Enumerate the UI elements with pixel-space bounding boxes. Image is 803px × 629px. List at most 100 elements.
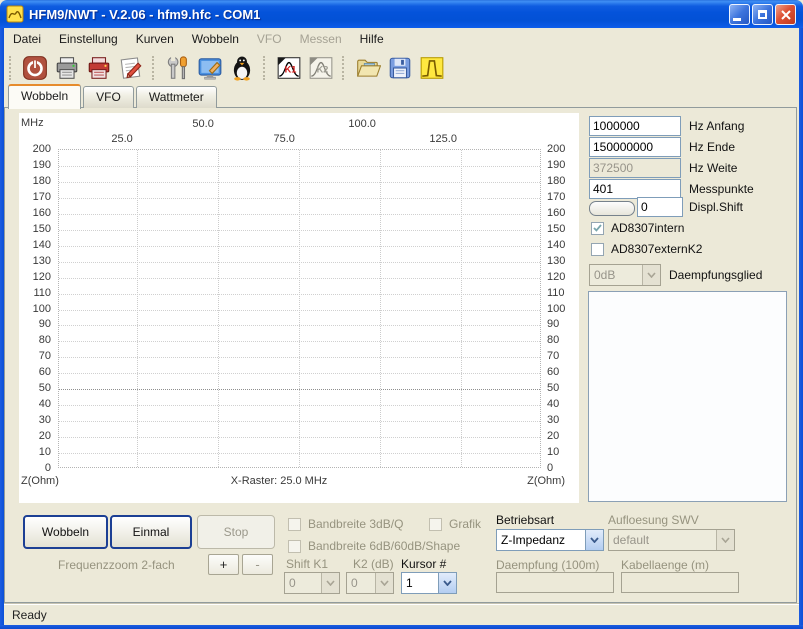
bandbreite-6db-checkbox: Bandbreite 6dB/60dB/Shape — [288, 539, 460, 553]
menu-datei[interactable]: Datei — [4, 29, 50, 49]
kursor-label: Kursor # — [401, 557, 446, 571]
maximize-icon[interactable] — [752, 4, 773, 25]
hz-ende-input[interactable] — [589, 137, 681, 157]
print-color-icon[interactable] — [84, 53, 114, 83]
y-tick-label: 130 — [21, 254, 51, 268]
x-axis-unit-label: MHz — [21, 117, 44, 129]
marker-listbox[interactable] — [588, 291, 787, 502]
betriebsart-select[interactable]: Z-Impedanz — [496, 529, 604, 551]
print-icon[interactable] — [52, 53, 82, 83]
y-tick-label: 100 — [21, 302, 51, 316]
menu-hilfe[interactable]: Hilfe — [351, 29, 393, 49]
daempfung-100m-input — [496, 572, 614, 593]
plot-area — [58, 149, 541, 468]
minimize-icon[interactable] — [729, 4, 750, 25]
kabellaenge-m-label: Kabellaenge (m) — [621, 558, 709, 572]
chevron-down-icon[interactable] — [438, 573, 456, 593]
betriebsart-label: Betriebsart — [496, 513, 554, 527]
y-tick-label: 180 — [547, 174, 577, 188]
x-raster-label: X-Raster: 25.0 MHz — [39, 475, 519, 487]
daempfungsglied-value: 0dB — [590, 268, 642, 282]
frequenzzoom-label: Frequenzzoom 2-fach — [58, 558, 175, 572]
y-tick-label: 20 — [547, 429, 577, 443]
y-tick-label: 110 — [547, 286, 577, 300]
y-tick-label: 50 — [21, 381, 51, 395]
hz-anfang-input[interactable] — [589, 116, 681, 136]
daempfung-100m-label: Daempfung (100m) — [496, 558, 599, 572]
tab-vfo[interactable]: VFO — [83, 86, 134, 108]
y-tick-label: 120 — [21, 270, 51, 284]
checkbox-unchecked-icon — [288, 540, 301, 553]
menu-einstellung[interactable]: Einstellung — [50, 29, 127, 49]
tab-wobbeln[interactable]: Wobbeln — [8, 84, 81, 109]
menu-messen: Messen — [291, 29, 351, 49]
save-file-icon[interactable] — [385, 53, 415, 83]
y-tick-label: 10 — [21, 445, 51, 459]
checkbox-unchecked-icon — [288, 518, 301, 531]
k2-db-label: K2 (dB) — [353, 557, 394, 571]
status-text: Ready — [4, 608, 47, 622]
kabellaenge-m-input — [621, 572, 739, 593]
y-tick-label: 190 — [547, 158, 577, 172]
tools-icon[interactable] — [163, 53, 193, 83]
y-tick-label: 30 — [547, 413, 577, 427]
toolbar-grip[interactable] — [263, 56, 267, 80]
menu-kurven[interactable]: Kurven — [127, 29, 183, 49]
k2-curve-icon: K2 — [306, 53, 336, 83]
y-tick-label: 100 — [547, 302, 577, 316]
ad8307intern-checkbox[interactable]: AD8307intern — [591, 221, 684, 235]
window-border — [0, 28, 4, 629]
hz-weite-label: Hz Weite — [689, 161, 737, 175]
wobbeln-button[interactable]: Wobbeln — [23, 515, 108, 549]
displ-shift-input[interactable] — [637, 197, 683, 217]
application-window: HFM9/NWT - V.2.06 - hfm9.hfc - COM1 Date… — [0, 0, 803, 629]
status-bar: Ready — [4, 603, 799, 626]
screen-settings-icon[interactable] — [195, 53, 225, 83]
zoom-plus-button[interactable]: + — [208, 554, 239, 575]
y-tick-label: 0 — [547, 461, 577, 475]
x-tick-label: 100.0 — [334, 117, 376, 131]
power-icon[interactable] — [20, 53, 50, 83]
k1-curve-icon[interactable]: K1 — [274, 53, 304, 83]
bandbreite-3db-checkbox: Bandbreite 3dB/Q — [288, 517, 403, 531]
y-tick-label: 10 — [547, 445, 577, 459]
y-tick-label: 30 — [21, 413, 51, 427]
aufloesung-swv-value: default — [609, 533, 716, 547]
window-title: HFM9/NWT - V.2.06 - hfm9.hfc - COM1 — [29, 7, 260, 22]
open-file-icon[interactable] — [353, 53, 383, 83]
checkbox-checked-icon[interactable] — [591, 222, 604, 235]
tab-wattmeter[interactable]: Wattmeter — [136, 86, 217, 108]
checkbox-unchecked-icon[interactable] — [591, 243, 604, 256]
penguin-icon[interactable] — [227, 53, 257, 83]
x-gridline — [137, 150, 138, 467]
close-icon[interactable] — [775, 4, 796, 25]
toolbar-grip[interactable] — [9, 56, 13, 80]
y-axis-label-right: Z(Ohm) — [527, 475, 565, 487]
messpunkte-input[interactable] — [589, 179, 681, 199]
y-tick-label: 130 — [547, 254, 577, 268]
y-tick-label: 70 — [547, 349, 577, 363]
sweep-curve-icon[interactable] — [417, 53, 447, 83]
title-bar[interactable]: HFM9/NWT - V.2.06 - hfm9.hfc - COM1 — [0, 0, 803, 28]
y-tick-label: 160 — [547, 206, 577, 220]
kursor-select[interactable]: 1 — [401, 572, 457, 594]
chevron-down-icon[interactable] — [585, 530, 603, 550]
shift-k1-value: 0 — [285, 576, 321, 590]
menu-wobbeln[interactable]: Wobbeln — [183, 29, 248, 49]
toolbar-grip[interactable] — [152, 56, 156, 80]
bandbreite-3db-label: Bandbreite 3dB/Q — [308, 517, 403, 531]
toolbar-grip[interactable] — [342, 56, 346, 80]
y-tick-label: 180 — [21, 174, 51, 188]
daempfungsglied-select: 0dB — [589, 264, 661, 286]
ad8307intern-label: AD8307intern — [611, 221, 684, 235]
displ-shift-progressbar — [589, 201, 635, 216]
y-tick-label: 110 — [21, 286, 51, 300]
edit-notes-icon[interactable] — [116, 53, 146, 83]
y-tick-label: 150 — [547, 222, 577, 236]
einmal-button[interactable]: Einmal — [110, 515, 192, 549]
hz-weite-input — [589, 158, 681, 178]
menu-bar: Datei Einstellung Kurven Wobbeln VFO Mes… — [4, 28, 799, 49]
ad8307externk2-checkbox[interactable]: AD8307externK2 — [591, 242, 702, 256]
y-tick-label: 150 — [21, 222, 51, 236]
y-tick-label: 80 — [21, 333, 51, 347]
